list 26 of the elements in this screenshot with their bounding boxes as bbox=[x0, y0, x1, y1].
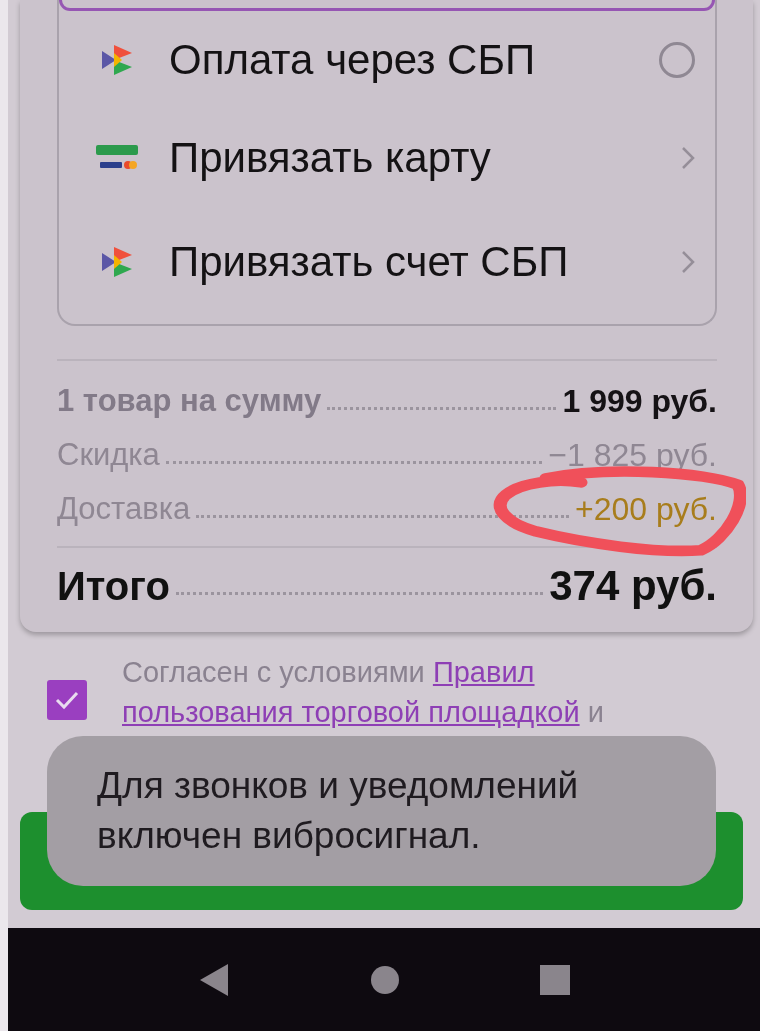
payment-method-label: Привязать счет СБП bbox=[169, 241, 569, 283]
payment-method-item[interactable]: Привязать карту bbox=[59, 109, 715, 206]
back-icon[interactable] bbox=[198, 961, 230, 998]
notification-toast: Для звонков и уведомлений включен вибросигнал. bbox=[47, 736, 716, 886]
sbp-logo-icon bbox=[100, 245, 134, 279]
chevron-right-icon bbox=[681, 145, 695, 170]
summary-label: 1 товар на сумму bbox=[57, 383, 322, 419]
payment-method-item[interactable]: Оплата через СБП bbox=[59, 11, 715, 109]
sbp-logo-icon bbox=[100, 43, 134, 77]
payment-method-item[interactable]: Привязать счет СБП bbox=[59, 206, 715, 318]
summary-value: 1 999 руб. bbox=[562, 382, 717, 420]
payment-method-label: Привязать карту bbox=[169, 136, 492, 179]
summary-value: +200 руб. bbox=[575, 490, 717, 528]
payment-method-label: Оплата через СБП bbox=[169, 39, 537, 81]
chevron-right-icon bbox=[681, 250, 695, 274]
checkmark-icon bbox=[54, 690, 80, 710]
radio-button[interactable] bbox=[659, 42, 695, 78]
recents-icon[interactable] bbox=[540, 964, 570, 995]
summary-label: Доставка bbox=[57, 491, 191, 527]
rules-link[interactable]: пользования торговой площадкой bbox=[122, 696, 580, 728]
total-value: 374 руб. bbox=[549, 562, 717, 610]
total-label: Итого bbox=[57, 563, 170, 609]
home-icon[interactable] bbox=[370, 964, 400, 995]
rules-link[interactable]: Правил bbox=[432, 656, 535, 688]
agreement-checkbox[interactable] bbox=[47, 680, 87, 720]
summary-label: Скидка bbox=[57, 437, 160, 473]
